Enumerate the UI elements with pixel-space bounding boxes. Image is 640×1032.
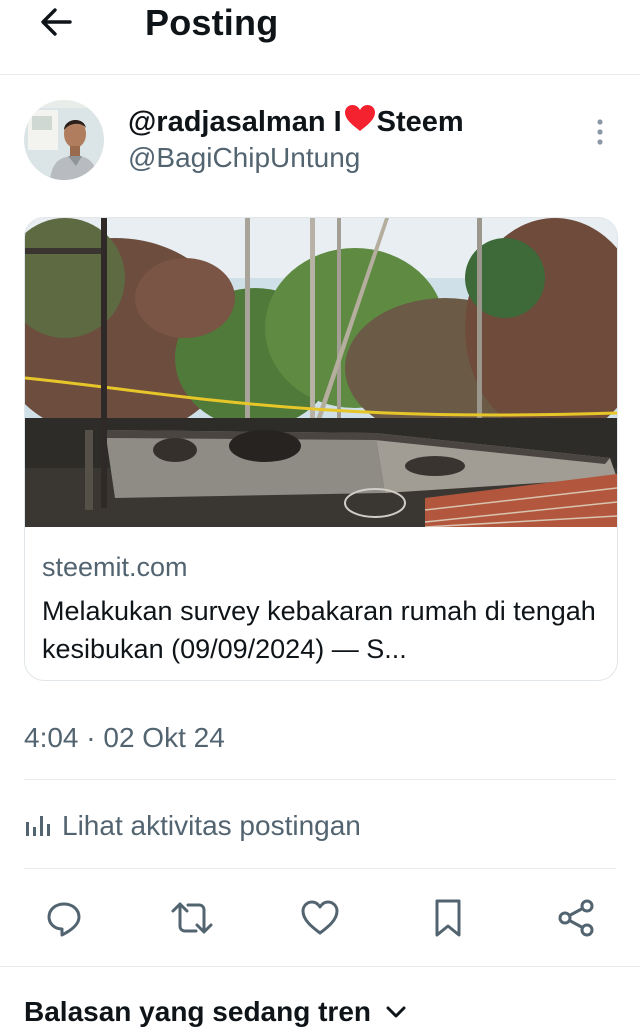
- link-preview-card[interactable]: steemit.com Melakukan survey kebakaran r…: [24, 217, 618, 681]
- avatar[interactable]: [24, 100, 104, 180]
- divider: [24, 779, 616, 780]
- view-activity-label: Lihat aktivitas postingan: [62, 810, 361, 841]
- back-button[interactable]: [30, 0, 82, 44]
- share-icon: [558, 899, 594, 937]
- reply-icon: [47, 902, 81, 937]
- link-domain: steemit.com: [42, 552, 188, 582]
- trending-replies-label: Balasan yang sedang tren: [24, 996, 372, 1027]
- display-name-text: @radjasalman I: [128, 105, 342, 138]
- divider: [24, 868, 616, 869]
- display-name-suffix: Steem: [376, 105, 464, 138]
- post-timestamp: 4:04 · 02 Okt 24: [24, 722, 225, 753]
- top-bar: Posting: [0, 0, 640, 75]
- chevron-down-icon: [386, 1006, 406, 1018]
- more-options-button[interactable]: [588, 116, 612, 148]
- divider: [0, 966, 640, 967]
- link-title: Melakukan survey kebakaran rumah di teng…: [42, 596, 596, 664]
- more-vertical-icon: [597, 119, 603, 145]
- user-handle[interactable]: @BagiChipUntung: [128, 142, 360, 174]
- trending-replies-dropdown[interactable]: Balasan yang sedang tren: [24, 996, 407, 1028]
- bookmark-button[interactable]: [426, 896, 470, 940]
- link-preview-image: [25, 218, 617, 527]
- like-button[interactable]: [298, 896, 342, 940]
- heart-emoji-glyph: [344, 105, 375, 131]
- repost-button[interactable]: [170, 896, 214, 940]
- view-activity-link[interactable]: Lihat aktivitas postingan: [24, 810, 361, 842]
- avatar-photo: [24, 100, 104, 180]
- heart-icon: [344, 104, 376, 140]
- repost-icon: [171, 902, 213, 934]
- arrow-left-icon: [41, 8, 72, 36]
- reply-button[interactable]: [42, 896, 86, 940]
- action-bar: [0, 896, 640, 940]
- display-name[interactable]: @radjasalman I Steem: [128, 104, 464, 140]
- page-title: Posting: [145, 2, 279, 43]
- share-button[interactable]: [554, 896, 598, 940]
- bar-chart-icon: [26, 816, 50, 836]
- like-icon: [301, 900, 339, 935]
- bookmark-icon: [435, 899, 461, 937]
